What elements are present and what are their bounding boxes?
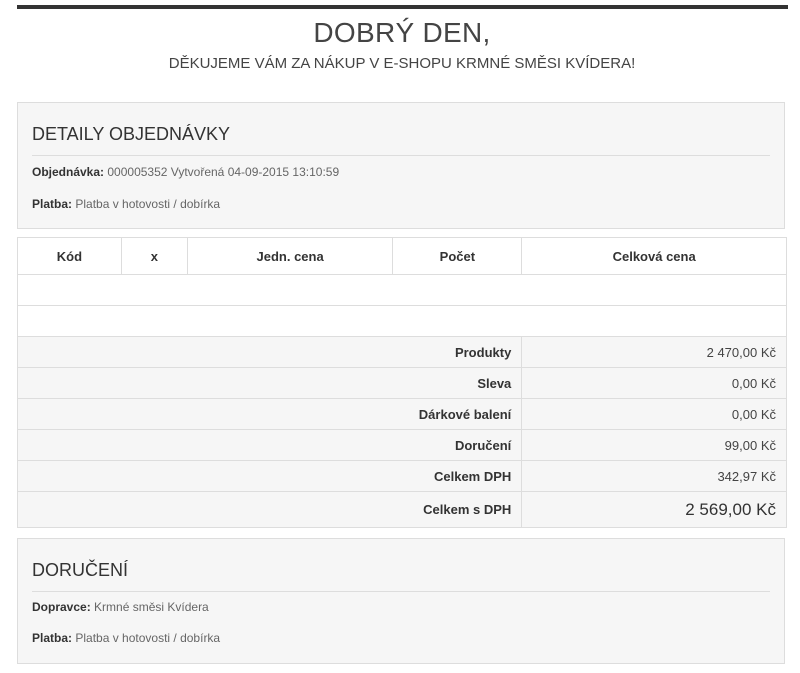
top-bar <box>17 5 788 9</box>
col-header-total-price: Celková cena <box>521 237 787 275</box>
payment-value: Platba v hotovosti / dobírka <box>75 631 221 645</box>
summary-total-value: 2 569,00 Kč <box>521 491 787 528</box>
summary-label: Celkem DPH <box>16 460 523 492</box>
divider <box>32 155 770 156</box>
payment-label: Platba: <box>32 197 73 211</box>
payment-value: Platba v hotovosti / dobírka <box>75 197 221 211</box>
summary-row-discount: Sleva 0,00 Kč <box>16 367 787 399</box>
table-row <box>17 274 787 306</box>
delivery-title: DORUČENÍ <box>32 560 129 580</box>
delivery-payment-line: Platba: Platba v hotovosti / dobírka <box>32 631 220 645</box>
col-header-x: x <box>120 237 188 275</box>
carrier-value: Krmné směsi Kvídera <box>94 600 209 614</box>
col-header-unit-price: Jedn. cena <box>186 237 394 275</box>
delivery-panel: DORUČENÍ Dopravce: Krmné směsi Kvídera P… <box>17 538 785 664</box>
payment-line: Platba: Platba v hotovosti / dobírka <box>32 197 220 211</box>
order-items-table: Kód x Jedn. cena Počet Celková cena Prod… <box>16 237 787 528</box>
order-line: Objednávka: 000005352 Vytvořená 04-09-20… <box>32 165 339 179</box>
summary-label: Produkty <box>16 336 523 368</box>
col-header-quantity: Počet <box>392 237 523 275</box>
summary-label: Sleva <box>16 367 523 399</box>
summary-value: 342,97 Kč <box>521 460 787 492</box>
table-row <box>17 305 787 337</box>
table-header-row: Kód x Jedn. cena Počet Celková cena <box>17 237 787 275</box>
summary-value: 0,00 Kč <box>521 367 787 399</box>
order-label: Objednávka: <box>32 165 105 179</box>
summary-value: 0,00 Kč <box>521 398 787 430</box>
summary-value: 99,00 Kč <box>521 429 787 461</box>
summary-label: Celkem s DPH <box>16 491 523 528</box>
divider <box>32 591 770 592</box>
summary-value: 2 470,00 Kč <box>521 336 787 368</box>
summary-label: Doručení <box>16 429 523 461</box>
summary-row-products: Produkty 2 470,00 Kč <box>16 336 787 368</box>
summary-row-vat: Celkem DPH 342,97 Kč <box>16 460 787 492</box>
order-value: 000005352 Vytvořená 04-09-2015 13:10:59 <box>107 165 340 179</box>
carrier-label: Dopravce: <box>32 600 91 614</box>
payment-label: Platba: <box>32 631 73 645</box>
order-details-title: DETAILY OBJEDNÁVKY <box>32 124 231 144</box>
order-details-panel: DETAILY OBJEDNÁVKY Objednávka: 000005352… <box>17 102 785 229</box>
thanks-subheading: DĚKUJEME VÁM ZA NÁKUP V E-SHOPU KRMNÉ SM… <box>168 55 636 72</box>
greeting-heading: DOBRÝ DEN, <box>313 17 491 48</box>
summary-row-gift-wrap: Dárkové balení 0,00 Kč <box>16 398 787 430</box>
col-header-code: Kód <box>17 237 122 275</box>
carrier-line: Dopravce: Krmné směsi Kvídera <box>32 600 209 614</box>
summary-row-delivery: Doručení 99,00 Kč <box>16 429 787 461</box>
summary-label: Dárkové balení <box>16 398 523 430</box>
summary-row-total: Celkem s DPH 2 569,00 Kč <box>16 491 787 528</box>
